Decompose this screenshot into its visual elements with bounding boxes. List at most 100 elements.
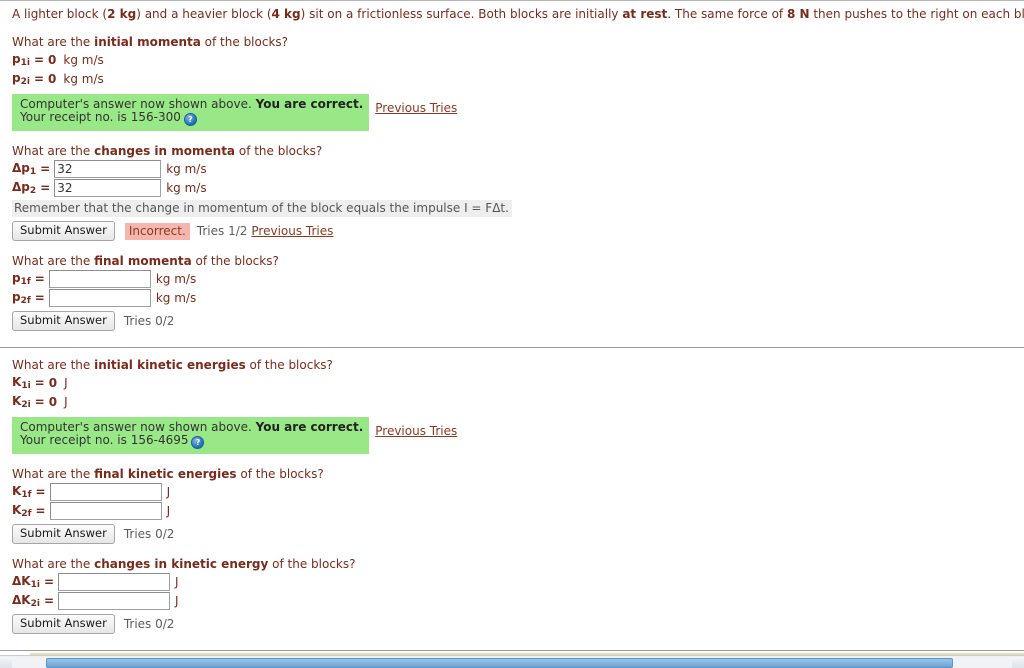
question-prompt: What are the changes in kinetic energy o… — [12, 557, 1024, 572]
variable-label: ΔK1i — [12, 574, 40, 590]
equals-sign: = — [43, 594, 55, 608]
variable-label: p2f — [12, 290, 31, 306]
k2f-input[interactable] — [49, 502, 162, 520]
p1f-input[interactable] — [48, 270, 151, 288]
answer-row: ΔK2i = J — [12, 592, 1024, 610]
variable-label: Δp1 — [12, 161, 37, 177]
section-divider — [0, 650, 1024, 651]
delta-k1-input[interactable] — [58, 573, 171, 591]
p2f-input[interactable] — [48, 289, 151, 307]
answer-value: 0 — [48, 72, 57, 86]
k1f-input[interactable] — [49, 483, 162, 501]
feedback-row: Computer's answer now shown above. You a… — [12, 88, 1024, 131]
statement-part-0: A lighter block ( — [12, 7, 108, 21]
unit-label: kg m/s — [155, 291, 197, 305]
delta-k2-input[interactable] — [58, 592, 171, 610]
initial-condition: at rest — [622, 7, 668, 21]
variable-label: p1f — [12, 271, 31, 287]
answer-value: 0 — [48, 395, 58, 409]
statement-part-4: ) sit on a frictionless surface. Both bl… — [300, 7, 623, 21]
prompt-keyword: changes in kinetic energy — [94, 557, 269, 571]
scroll-right-icon[interactable] — [1012, 657, 1024, 668]
unit-label: J — [166, 504, 171, 518]
statement-part-2: ) and a heavier block ( — [136, 7, 272, 21]
answer-row: p1i = 0 kg m/s — [12, 51, 1024, 69]
success-feedback-box: Computer's answer now shown above. You a… — [12, 94, 370, 131]
prompt-post: of the blocks? — [200, 35, 289, 49]
mass-1-value: 2 kg — [107, 7, 137, 21]
section-initial-kinetic-energies: What are the initial kinetic energies of… — [12, 358, 1024, 454]
prompt-post: of the blocks? — [236, 467, 324, 481]
answer-row: ΔK1i = J — [12, 573, 1024, 591]
delta-p1-input[interactable] — [54, 160, 162, 178]
answer-row: K1i = 0 J — [12, 374, 1024, 392]
variable-label: Δp2 — [12, 180, 37, 196]
unit-label: kg m/s — [166, 181, 207, 195]
equals-sign: = — [35, 485, 46, 499]
variable-label: K1i — [12, 375, 31, 391]
answer-value: 0 — [48, 53, 57, 67]
feedback-line-2: Your receipt no. is 156-4695? — [20, 434, 363, 449]
unit-label: J — [175, 575, 179, 589]
previous-tries-link[interactable]: Previous Tries — [251, 224, 333, 238]
success-feedback-box: Computer's answer now shown above. You a… — [12, 417, 370, 454]
prompt-keyword: final kinetic energies — [94, 467, 237, 481]
submit-answer-button[interactable]: Submit Answer — [12, 614, 115, 634]
prompt-keyword: initial kinetic energies — [94, 358, 246, 372]
equals-sign: = — [34, 376, 45, 390]
equals-sign: = — [33, 53, 45, 67]
variable-label: K2i — [12, 394, 31, 410]
prompt-post: of the blocks? — [245, 358, 333, 372]
prompt-post: of the blocks? — [268, 557, 356, 571]
previous-tries-link[interactable]: Previous Tries — [375, 424, 457, 438]
tries-counter: Tries 0/2 — [123, 314, 175, 328]
section-final-momenta: What are the final momenta of the blocks… — [12, 254, 1024, 331]
problem-page: A lighter block (2 kg) and a heavier blo… — [0, 0, 1024, 655]
equals-sign: = — [40, 181, 51, 195]
submit-answer-button[interactable]: Submit Answer — [12, 311, 115, 331]
receipt-number: 156-4695 — [130, 433, 189, 447]
section-divider — [0, 347, 1024, 348]
delta-p2-input[interactable] — [54, 179, 162, 197]
variable-label: p2i — [12, 71, 30, 87]
prompt-post: of the blocks? — [235, 144, 323, 158]
prompt-pre: What are the — [12, 467, 95, 481]
unit-label: kg m/s — [63, 53, 104, 67]
answer-row: Δp1 = kg m/s — [12, 160, 1024, 178]
answer-row: p2i = 0 kg m/s — [12, 70, 1024, 88]
hint-text: Remember that the change in momentum of … — [12, 200, 512, 217]
unit-label: kg m/s — [166, 162, 207, 176]
variable-label: K2f — [12, 503, 32, 519]
variable-label: K1f — [12, 484, 32, 500]
submit-answer-button[interactable]: Submit Answer — [12, 221, 115, 241]
equals-sign: = — [43, 575, 55, 589]
section-changes-in-kinetic-energy: What are the changes in kinetic energy o… — [12, 557, 1024, 634]
prompt-pre: What are the — [12, 254, 95, 268]
correct-text: You are correct. — [255, 97, 364, 111]
equals-sign: = — [34, 291, 45, 305]
prompt-pre: What are the — [12, 144, 95, 158]
submit-answer-button[interactable]: Submit Answer — [12, 524, 115, 544]
prompt-pre: What are the — [12, 35, 95, 49]
question-mark-icon[interactable]: ? — [191, 436, 205, 449]
feedback-line-2: Your receipt no. is 156-300? — [20, 111, 363, 126]
statement-part-8: then pushes to the right on each block f… — [813, 7, 1024, 21]
question-mark-icon[interactable]: ? — [183, 113, 197, 126]
section-final-kinetic-energies: What are the final kinetic energies of t… — [12, 467, 1024, 544]
previous-tries-link[interactable]: Previous Tries — [375, 101, 457, 115]
question-prompt: What are the initial momenta of the bloc… — [12, 35, 1024, 50]
question-prompt: What are the initial kinetic energies of… — [12, 358, 1024, 373]
scroll-left-icon[interactable] — [0, 657, 12, 668]
unit-label: kg m/s — [63, 72, 104, 86]
submit-row: Submit Answer Tries 0/2 — [12, 524, 1024, 544]
prompt-keyword: changes in momenta — [94, 144, 236, 158]
submit-row: Submit Answer Incorrect. Tries 1/2 Previ… — [12, 221, 1024, 241]
horizontal-scrollbar[interactable] — [0, 655, 1024, 668]
prompt-post: of the blocks? — [191, 254, 279, 268]
submit-row: Submit Answer Tries 0/2 — [12, 614, 1024, 634]
answer-row: K2f = J — [12, 502, 1024, 520]
equals-sign: = — [33, 72, 45, 86]
tries-counter: Tries 0/2 — [123, 527, 175, 541]
mass-2-value: 4 kg — [271, 7, 301, 21]
equals-sign: = — [34, 272, 45, 286]
